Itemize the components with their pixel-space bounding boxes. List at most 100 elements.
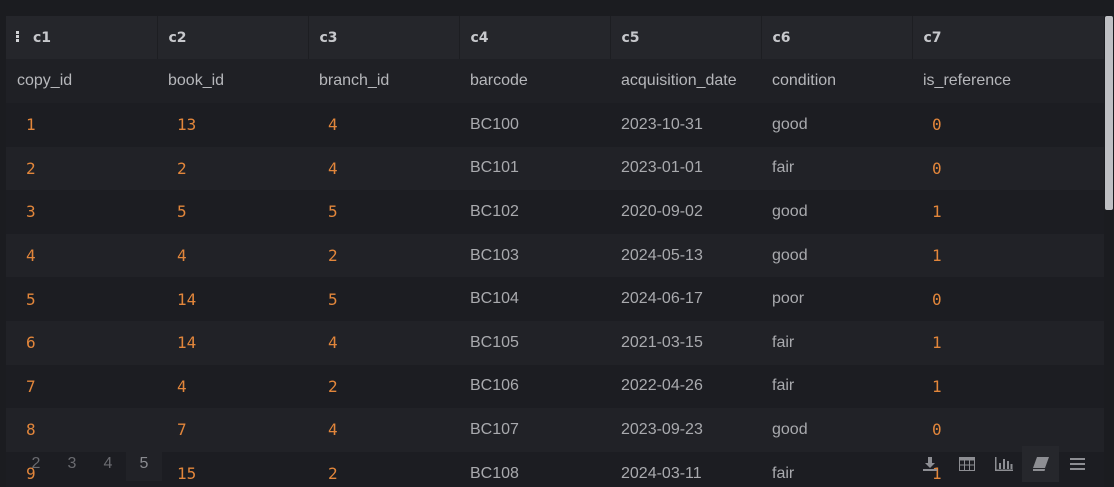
table-cell[interactable]: 2024-03-11 [610, 451, 761, 487]
table-cell[interactable]: 7 [6, 364, 157, 409]
notebook-view-button[interactable] [1022, 446, 1059, 482]
column-header-c7[interactable]: c7 [911, 16, 1104, 59]
table-cell[interactable]: 8 [6, 408, 157, 452]
result-grid: c1 c2 c3 c4 c5 c6 c7 copy_id book_id bra… [6, 16, 1104, 487]
table-cell[interactable]: 2 [308, 364, 459, 409]
field-name-cell[interactable]: branch_id [308, 59, 459, 103]
table-cell[interactable]: fair [761, 320, 912, 365]
pagination: 2 3 4 5 [18, 447, 162, 481]
table-cell[interactable]: BC105 [459, 320, 610, 365]
table-cell[interactable]: 2023-10-31 [610, 103, 761, 147]
table-cell[interactable]: fair [761, 364, 912, 409]
column-header-c6[interactable]: c6 [760, 16, 912, 59]
table-cell[interactable]: 1 [912, 364, 1104, 409]
column-header-c1[interactable]: c1 [6, 16, 157, 59]
table-cell[interactable]: 5 [308, 190, 459, 234]
table-row: 1 13 4 BC100 2023-10-31 good 0 [6, 103, 1104, 147]
field-name-cell[interactable]: condition [761, 59, 912, 103]
page-button[interactable]: 4 [90, 447, 126, 481]
column-header-c5[interactable]: c5 [609, 16, 761, 59]
table-row: 4 4 2 BC103 2024-05-13 good 1 [6, 233, 1104, 278]
table-cell[interactable]: good [761, 408, 912, 452]
field-name-cell[interactable]: barcode [459, 59, 610, 103]
table-cell[interactable]: 2 [157, 146, 308, 191]
table-cell[interactable]: good [761, 190, 912, 234]
table-cell[interactable]: 2020-09-02 [610, 190, 761, 234]
data-table: c1 c2 c3 c4 c5 c6 c7 copy_id book_id bra… [6, 16, 1104, 487]
table-cell[interactable]: 2022-04-26 [610, 364, 761, 409]
table-cell[interactable]: 15 [157, 451, 308, 487]
table-cell[interactable]: BC101 [459, 146, 610, 191]
table-cell[interactable]: 2024-06-17 [610, 277, 761, 321]
table-cell[interactable]: fair [761, 451, 912, 487]
column-header-c4[interactable]: c4 [458, 16, 610, 59]
table-cell[interactable]: 7 [157, 408, 308, 452]
table-cell[interactable]: 14 [157, 320, 308, 365]
table-cell[interactable]: 0 [912, 146, 1104, 191]
table-cell[interactable]: 1 [912, 233, 1104, 278]
scrollbar-thumb[interactable] [1105, 16, 1113, 210]
table-cell[interactable]: 2023-01-01 [610, 146, 761, 191]
table-cell[interactable]: fair [761, 146, 912, 191]
column-header-c2[interactable]: c2 [156, 16, 308, 59]
table-cell[interactable]: 2023-09-23 [610, 408, 761, 452]
table-cell[interactable]: BC104 [459, 277, 610, 321]
more-menu-button[interactable] [1059, 446, 1096, 482]
table-cell[interactable]: 4 [308, 146, 459, 191]
table-cell[interactable]: 3 [6, 190, 157, 234]
table-cell[interactable]: 4 [157, 233, 308, 278]
table-row: 5 14 5 BC104 2024-06-17 poor 0 [6, 277, 1104, 321]
column-header-label: c6 [772, 29, 791, 46]
field-name-cell[interactable]: is_reference [912, 59, 1104, 103]
page-button[interactable]: 2 [18, 447, 54, 481]
table-cell[interactable]: BC106 [459, 364, 610, 409]
table-cell[interactable]: 2024-05-13 [610, 233, 761, 278]
chart-view-button[interactable] [985, 446, 1022, 482]
table-cell[interactable]: 6 [6, 320, 157, 365]
table-cell[interactable]: 4 [308, 320, 459, 365]
table-cell[interactable]: 1 [912, 320, 1104, 365]
table-cell[interactable]: 5 [308, 277, 459, 321]
column-header-label: c2 [168, 29, 187, 46]
table-cell[interactable]: 13 [157, 103, 308, 147]
table-cell[interactable]: 4 [6, 233, 157, 278]
field-name-cell[interactable]: acquisition_date [610, 59, 761, 103]
page-button-current[interactable]: 5 [126, 447, 162, 481]
column-header-label: c7 [923, 29, 942, 46]
table-cell[interactable]: 1 [912, 190, 1104, 234]
table-cell[interactable]: 1 [6, 103, 157, 147]
table-row: 7 4 2 BC106 2022-04-26 fair 1 [6, 364, 1104, 409]
table-cell[interactable]: 4 [157, 364, 308, 409]
download-icon [922, 457, 937, 471]
table-cell[interactable]: 2 [308, 451, 459, 487]
table-cell[interactable]: 4 [308, 103, 459, 147]
page-button[interactable]: 3 [54, 447, 90, 481]
table-row: 6 14 4 BC105 2021-03-15 fair 1 [6, 320, 1104, 365]
table-row: 3 5 5 BC102 2020-09-02 good 1 [6, 190, 1104, 234]
vertical-scrollbar[interactable] [1104, 16, 1114, 487]
download-button[interactable] [911, 446, 948, 482]
table-cell[interactable]: 0 [912, 277, 1104, 321]
column-header-label: c4 [470, 29, 489, 46]
table-cell[interactable]: 2 [308, 233, 459, 278]
table-cell[interactable]: 14 [157, 277, 308, 321]
table-cell[interactable]: 2021-03-15 [610, 320, 761, 365]
field-name-cell[interactable]: book_id [157, 59, 308, 103]
table-cell[interactable]: 2 [6, 146, 157, 191]
column-header-c3[interactable]: c3 [307, 16, 459, 59]
table-cell[interactable]: good [761, 233, 912, 278]
table-cell[interactable]: BC108 [459, 451, 610, 487]
table-cell[interactable]: 5 [6, 277, 157, 321]
field-name-cell[interactable]: copy_id [6, 59, 157, 103]
table-view-button[interactable] [948, 446, 985, 482]
column-menu-icon[interactable] [16, 30, 20, 43]
table-cell[interactable]: BC102 [459, 190, 610, 234]
table-cell[interactable]: 0 [912, 103, 1104, 147]
table-cell[interactable]: BC107 [459, 408, 610, 452]
table-cell[interactable]: BC100 [459, 103, 610, 147]
table-cell[interactable]: BC103 [459, 233, 610, 278]
table-cell[interactable]: 5 [157, 190, 308, 234]
table-cell[interactable]: good [761, 103, 912, 147]
table-cell[interactable]: poor [761, 277, 912, 321]
table-cell[interactable]: 4 [308, 408, 459, 452]
